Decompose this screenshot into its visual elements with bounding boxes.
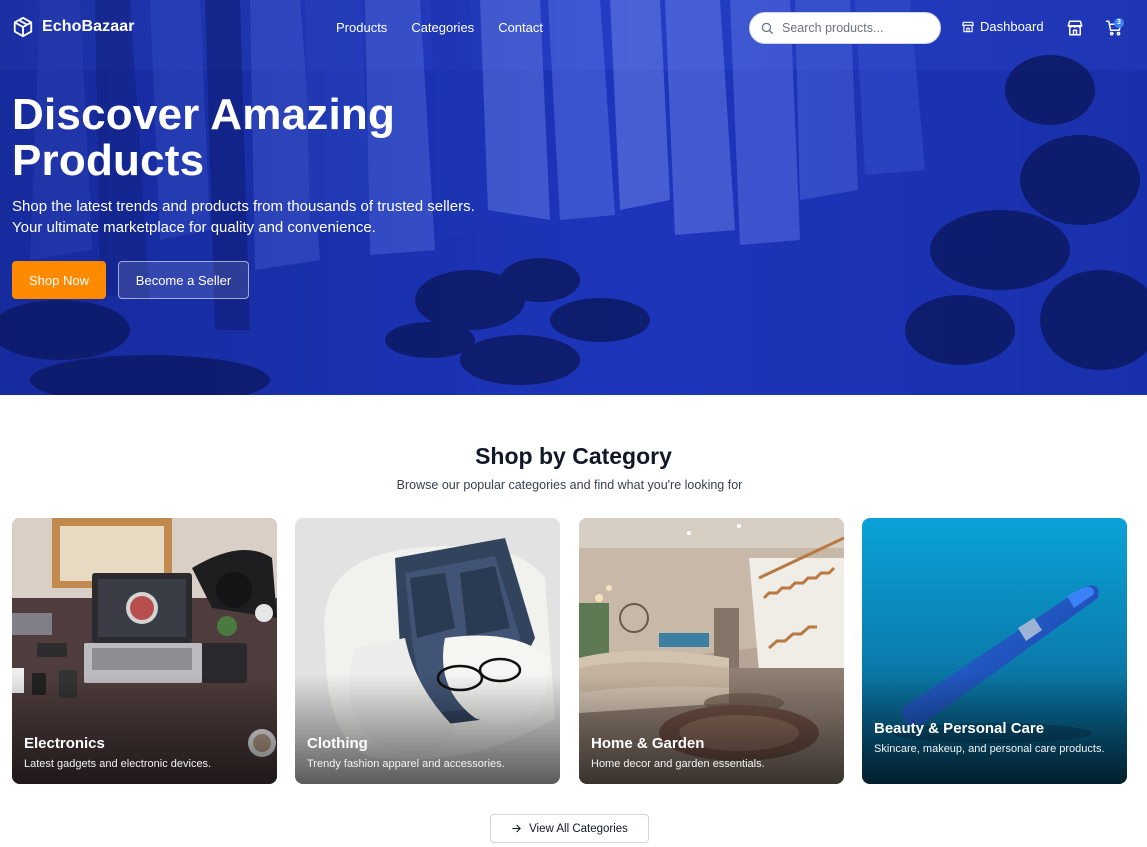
brand-name: EchoBazaar xyxy=(42,18,135,35)
category-card-clothing[interactable]: Clothing Trendy fashion apparel and acce… xyxy=(295,518,560,784)
category-description: Skincare, makeup, and personal care prod… xyxy=(874,743,1105,755)
category-name: Clothing xyxy=(307,735,368,752)
store-icon xyxy=(962,21,974,32)
arrow-right-icon xyxy=(512,824,521,833)
nav-link-categories[interactable]: Categories xyxy=(411,20,474,35)
hero-title: Discover Amazing Products xyxy=(12,90,396,185)
category-card-electronics[interactable]: Electronics Latest gadgets and electroni… xyxy=(12,518,277,784)
hero-subtitle-line-1: Shop the latest trends and products from… xyxy=(12,198,475,215)
category-description: Latest gadgets and electronic devices. xyxy=(24,758,212,770)
brand-logo[interactable]: EchoBazaar xyxy=(12,16,135,38)
category-card-beauty-personal-care[interactable]: Beauty & Personal Care Skincare, makeup,… xyxy=(862,518,1127,784)
category-name: Beauty & Personal Care xyxy=(874,720,1045,737)
category-name: Home & Garden xyxy=(591,735,705,752)
view-all-categories-button[interactable]: View All Categories xyxy=(490,814,649,843)
section-subtitle: Browse our popular categories and find w… xyxy=(396,478,743,492)
dashboard-label: Dashboard xyxy=(980,19,1044,34)
view-all-label: View All Categories xyxy=(529,822,628,835)
nav-links: Products Categories Contact xyxy=(336,20,543,35)
shop-icon[interactable] xyxy=(1066,19,1084,37)
cart-count-badge: 3 xyxy=(1114,18,1124,28)
nav-link-products[interactable]: Products xyxy=(336,20,387,35)
top-navbar: EchoBazaar Products Categories Contact D… xyxy=(0,0,1147,56)
category-description: Trendy fashion apparel and accessories. xyxy=(307,758,505,770)
section-title: Shop by Category xyxy=(475,443,672,469)
nav-link-contact[interactable]: Contact xyxy=(498,20,543,35)
become-seller-button[interactable]: Become a Seller xyxy=(118,261,249,299)
search-bar xyxy=(749,12,941,44)
box-icon xyxy=(13,16,33,38)
hero-subtitle-line-2: Your ultimate marketplace for quality an… xyxy=(12,219,376,236)
dashboard-link[interactable]: Dashboard xyxy=(961,19,1044,34)
category-card-home-garden[interactable]: Home & Garden Home decor and garden esse… xyxy=(579,518,844,784)
hero-subtitle: Shop the latest trends and products from… xyxy=(12,196,552,238)
category-name: Electronics xyxy=(24,735,105,752)
search-icon xyxy=(761,22,773,34)
shop-now-button[interactable]: Shop Now xyxy=(12,261,106,299)
category-description: Home decor and garden essentials. xyxy=(591,758,765,770)
search-input[interactable] xyxy=(782,21,932,35)
